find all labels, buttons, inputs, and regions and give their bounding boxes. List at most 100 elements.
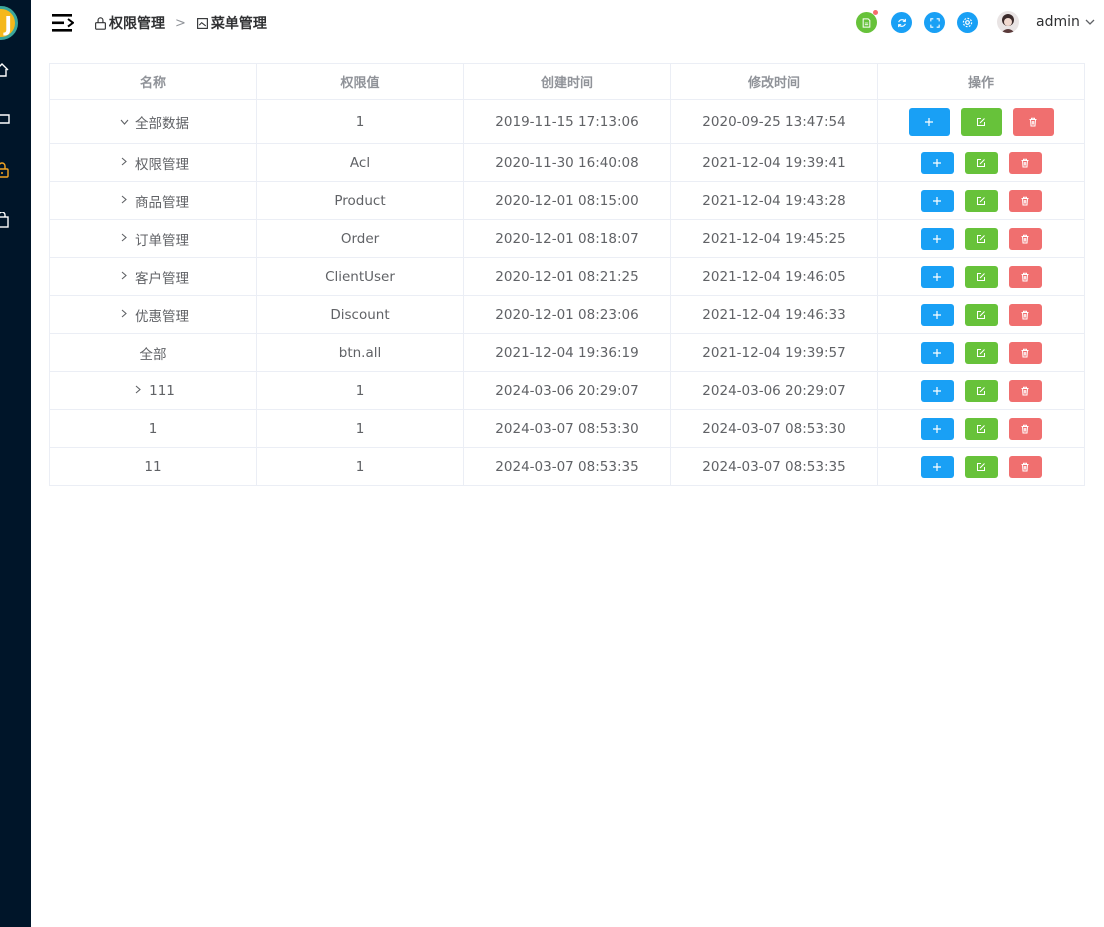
name-cell: 优惠管理 [49,295,257,334]
code-cell: Order [256,219,464,258]
add-button[interactable] [920,227,954,250]
menu-name: 优惠管理 [135,308,189,325]
delete-button[interactable] [1008,227,1042,250]
name-cell: 111 [49,371,257,410]
trash-icon [1021,424,1029,433]
document-button[interactable] [856,10,878,33]
shopping-bag-icon[interactable] [0,212,10,228]
add-button[interactable] [920,379,954,402]
cart-icon[interactable] [0,112,10,128]
delete-button[interactable] [1008,303,1042,326]
edit-button[interactable] [964,303,998,326]
created-cell: 2020-12-01 08:18:07 [463,219,671,258]
plus-icon [933,424,941,433]
menu-name: 商品管理 [135,194,189,211]
delete-button[interactable] [1012,107,1054,136]
created-cell: 2020-12-01 08:21:25 [463,257,671,296]
table-row: 全部数据 1 2019-11-15 17:13:06 2020-09-25 13:47… [49,99,1085,144]
actions-cell [877,333,1085,372]
code-cell: Acl [256,143,464,182]
sidebar: J [0,0,31,927]
edit-button[interactable] [964,417,998,440]
plus-icon [933,310,941,319]
notification-dot [873,10,878,15]
edit-button[interactable] [964,265,998,288]
settings-button[interactable] [957,12,978,33]
delete-button[interactable] [1008,379,1042,402]
delete-button[interactable] [1008,151,1042,174]
breadcrumb: 权限管理 > 菜单管理 [94,13,267,33]
trash-icon [1029,117,1037,126]
modified-cell: 2021-12-04 19:45:25 [670,219,878,258]
edit-button[interactable] [964,189,998,212]
edit-button[interactable] [964,455,998,478]
trash-icon [1021,234,1029,243]
add-button[interactable] [908,107,950,136]
plus-icon [933,234,941,243]
trash-icon [1021,386,1029,395]
column-header: 创建时间 [463,63,671,100]
app-logo: J [0,6,18,40]
add-button[interactable] [920,341,954,364]
created-cell: 2020-11-30 16:40:08 [463,143,671,182]
home-icon[interactable] [0,62,10,78]
table-row: 商品管理 Product 2020-12-01 08:15:00 2021-12-04… [49,181,1085,220]
add-button[interactable] [920,151,954,174]
plus-icon [933,272,941,281]
name-cell: 权限管理 [49,143,257,182]
expand-arrow-icon[interactable] [117,270,131,283]
code-cell: Discount [256,295,464,334]
add-button[interactable] [920,455,954,478]
add-button[interactable] [920,265,954,288]
actions-cell [877,219,1085,258]
delete-button[interactable] [1008,265,1042,288]
expand-arrow-icon[interactable] [117,232,131,245]
modified-cell: 2021-12-04 19:46:05 [670,257,878,296]
edit-icon [977,386,985,395]
actions-cell [877,295,1085,334]
table-row: 订单管理 Order 2020-12-01 08:18:07 2021-12-04 1… [49,219,1085,258]
gear-icon [962,17,973,28]
edit-button[interactable] [964,341,998,364]
add-button[interactable] [920,417,954,440]
user-dropdown[interactable]: admin [1036,14,1095,30]
breadcrumb-separator-icon: > [175,15,186,31]
edit-button[interactable] [964,151,998,174]
trash-icon [1021,158,1029,167]
modified-cell: 2024-03-07 08:53:35 [670,447,878,486]
avatar[interactable] [997,11,1019,33]
created-cell: 2020-12-01 08:23:06 [463,295,671,334]
menu-toggle-icon[interactable] [52,14,74,32]
code-cell: 1 [256,447,464,486]
picture-icon [196,17,208,29]
edit-icon [977,234,985,243]
edit-button[interactable] [964,227,998,250]
delete-button[interactable] [1008,189,1042,212]
fullscreen-button[interactable] [924,12,945,33]
add-button[interactable] [920,303,954,326]
breadcrumb-label: 权限管理 [109,16,165,32]
expand-arrow-icon[interactable] [117,115,131,128]
edit-button[interactable] [960,107,1002,136]
breadcrumb-label: 菜单管理 [210,16,267,32]
menu-table: 名称 权限值 创建时间 修改时间 操作 全部数据 1 2019-11-15 17:1… [49,63,1085,486]
edit-button[interactable] [964,379,998,402]
fullscreen-icon [929,17,940,28]
code-cell: ClientUser [256,257,464,296]
created-cell: 2019-11-15 17:13:06 [463,99,671,144]
top-header: 权限管理 > 菜单管理 admin [31,0,1104,45]
breadcrumb-item-acl[interactable]: 权限管理 [94,13,165,33]
delete-button[interactable] [1008,417,1042,440]
refresh-button[interactable] [891,12,912,33]
lock-icon[interactable] [0,162,10,178]
expand-arrow-icon[interactable] [117,308,131,321]
plus-icon [933,158,941,167]
add-button[interactable] [920,189,954,212]
name-cell: 全部 [49,333,257,372]
delete-button[interactable] [1008,341,1042,364]
expand-arrow-icon[interactable] [131,384,145,397]
expand-arrow-icon[interactable] [117,156,131,169]
table-row: 1 1 2024-03-07 08:53:30 2024-03-07 08:53:30 [49,409,1085,448]
delete-button[interactable] [1008,455,1042,478]
expand-arrow-icon[interactable] [117,194,131,207]
